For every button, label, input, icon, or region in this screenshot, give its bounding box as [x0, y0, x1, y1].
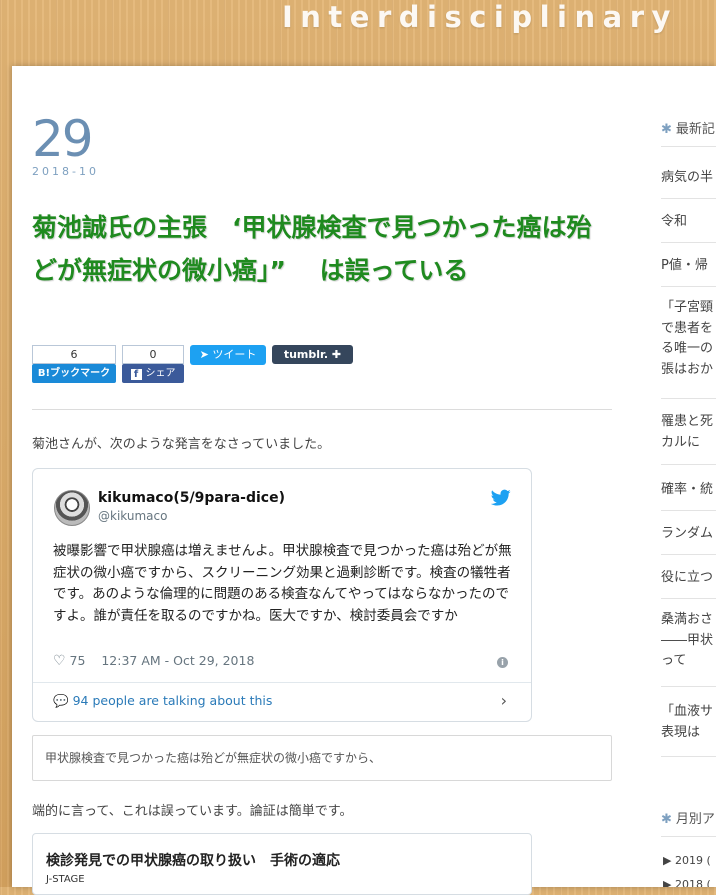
tweet-meta: ♡ 75 12:37 AM - Oct 29, 2018: [53, 653, 254, 669]
sidebar-divider: [661, 756, 716, 757]
sidebar-divider: [661, 198, 716, 199]
divider: [32, 409, 612, 410]
link-card-title[interactable]: 検診発見での甲状腺癌の取り扱い 手術の適応: [46, 850, 340, 870]
facebook-icon: f: [130, 369, 142, 380]
sidebar-heading-recent: ✱ 最新記: [661, 122, 715, 137]
archive-year-item[interactable]: ▶ 2018 (: [663, 878, 711, 887]
twitter-bird-icon: ➤: [199, 348, 209, 361]
sidebar-recent-item[interactable]: 役に立つ: [661, 568, 716, 589]
tumblr-label: tumblr.: [283, 348, 329, 361]
facebook-share-label: シェア: [145, 368, 176, 379]
hatena-bookmark-count[interactable]: 6: [32, 345, 116, 364]
sidebar-divider: [661, 554, 716, 555]
info-icon[interactable]: i: [497, 657, 508, 668]
embedded-tweet[interactable]: kikumaco(5/9para-dice) @kikumaco 被曝影響で甲状…: [32, 468, 532, 722]
plus-icon: ✚: [331, 348, 342, 361]
asterisk-icon: ✱: [661, 812, 672, 827]
facebook-share-button[interactable]: f シェア: [122, 364, 184, 383]
tumblr-share-button[interactable]: tumblr. ✚: [272, 345, 353, 364]
chevron-right-icon[interactable]: ›: [501, 691, 507, 710]
sidebar-divider: [661, 510, 716, 511]
sidebar-recent-item[interactable]: ランダム: [661, 524, 716, 545]
tweet-timestamp[interactable]: 12:37 AM - Oct 29, 2018: [101, 653, 254, 668]
tweet-button-label: ツイート: [212, 348, 257, 361]
archive-year-item[interactable]: ▶ 2019 (: [663, 854, 711, 867]
entry-intro-text: 菊池さんが、次のような発言をなさっていました。: [32, 437, 331, 452]
facebook-share-widget[interactable]: 0 f シェア: [122, 345, 184, 385]
sidebar-divider: [661, 836, 716, 837]
sidebar-divider: [661, 286, 716, 287]
tweet-text: 被曝影響で甲状腺癌は増えませんよ。甲状腺検査で見つかった癌は殆どが無症状の微小癌…: [53, 543, 512, 624]
sidebar-divider: [661, 242, 716, 243]
hatena-bookmark-widget[interactable]: 6 B!ブックマーク: [32, 345, 116, 385]
tweet-author-name[interactable]: kikumaco(5/9para-dice): [98, 490, 285, 506]
sidebar-recent-item[interactable]: 病気の半: [661, 168, 716, 189]
tweet-conversation-link[interactable]: 💬 94 people are talking about this: [53, 693, 272, 709]
content-panel: 29 2018-10 菊池誠氏の主張 ‘甲状腺検査で見つかった癌は殆どが無症状の…: [12, 66, 716, 895]
link-card-source: J-STAGE: [46, 874, 85, 885]
entry-date-day: 29: [32, 110, 94, 168]
blockquote: 甲状腺検査で見つかった癌は殆どが無症状の微小癌ですから、: [32, 735, 612, 781]
entry-title[interactable]: 菊池誠氏の主張 ‘甲状腺検査で見つかった癌は殆どが無症状の微小癌」” は誤ってい…: [32, 206, 610, 292]
tweet-author-handle[interactable]: @kikumaco: [98, 509, 167, 523]
sidebar-divider: [661, 686, 716, 687]
heart-icon[interactable]: ♡: [53, 653, 66, 669]
sidebar-recent-item[interactable]: 「血液サ 表現は: [661, 702, 716, 743]
tweet-like-count[interactable]: 75: [70, 653, 86, 668]
tweet-button[interactable]: ➤ ツイート: [190, 345, 266, 365]
sidebar-recent-item[interactable]: 「子宮頸 で患者を る唯一の 張はおか: [661, 298, 716, 380]
sidebar-recent-item[interactable]: 令和: [661, 212, 716, 233]
entry-date-year-month: 2018-10: [32, 165, 99, 178]
speech-bubble-icon: 💬: [53, 693, 69, 708]
asterisk-icon: ✱: [661, 122, 672, 137]
facebook-share-count[interactable]: 0: [122, 345, 184, 364]
sidebar-heading-monthly: ✱ 月別ア: [661, 812, 715, 827]
sidebar-divider: [661, 146, 716, 147]
sidebar-divider: [661, 598, 716, 599]
sidebar-divider: [661, 398, 716, 399]
twitter-bird-icon[interactable]: [491, 489, 511, 507]
sidebar-recent-item[interactable]: 罹患と死 カルに: [661, 412, 716, 453]
hatena-bookmark-button[interactable]: B!ブックマーク: [32, 364, 116, 383]
tweet-conversation-label: 94 people are talking about this: [72, 693, 273, 708]
sidebar-recent-item[interactable]: 桑満おさ ――甲状 って: [661, 610, 716, 672]
avatar[interactable]: [54, 490, 90, 526]
tweet-divider: [33, 682, 531, 683]
sidebar-recent-item[interactable]: P値・帰: [661, 256, 716, 277]
site-title[interactable]: Interdisciplinary: [282, 0, 678, 34]
entry-paragraph: 端的に言って、これは誤っています。論証は簡単です。: [32, 804, 353, 819]
sidebar: ✱ 最新記 病気の半 令和 P値・帰 「子宮頸 で患者を る唯一の 張はおか 罹患…: [648, 66, 716, 887]
sidebar-recent-item[interactable]: 確率・統: [661, 480, 716, 501]
link-card[interactable]: 検診発見での甲状腺癌の取り扱い 手術の適応 J-STAGE: [32, 833, 532, 895]
sidebar-divider: [661, 464, 716, 465]
